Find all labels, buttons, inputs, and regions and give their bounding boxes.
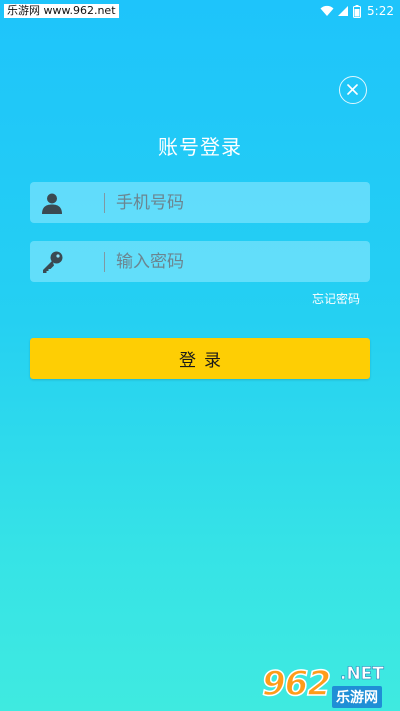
- status-icons: 5:22: [320, 3, 394, 19]
- signal-icon: [338, 5, 349, 17]
- key-icon: [40, 250, 64, 274]
- phone-field[interactable]: [30, 182, 370, 223]
- close-button[interactable]: [339, 76, 367, 104]
- page-title: 账号登录: [158, 135, 242, 159]
- status-bar: 乐游网 www.962.net 5:22: [0, 0, 400, 24]
- battery-icon: [353, 4, 362, 18]
- user-icon: [40, 191, 64, 215]
- watermark-logo: 962 .NET 乐游网: [261, 660, 396, 708]
- login-button[interactable]: 登录: [30, 338, 370, 379]
- watermark-text: 乐游网 www.962.net: [4, 4, 119, 18]
- clock: 5:22: [367, 4, 394, 18]
- watermark-suffix: .NET: [340, 664, 385, 685]
- phone-input[interactable]: [86, 182, 364, 223]
- password-input[interactable]: [86, 241, 364, 282]
- close-icon: [347, 84, 358, 95]
- watermark-cn: 乐游网: [332, 686, 382, 708]
- wifi-icon: [320, 5, 334, 17]
- password-field[interactable]: [30, 241, 370, 282]
- forgot-password-link[interactable]: 忘记密码: [300, 290, 360, 307]
- watermark-digits: 962: [261, 663, 331, 705]
